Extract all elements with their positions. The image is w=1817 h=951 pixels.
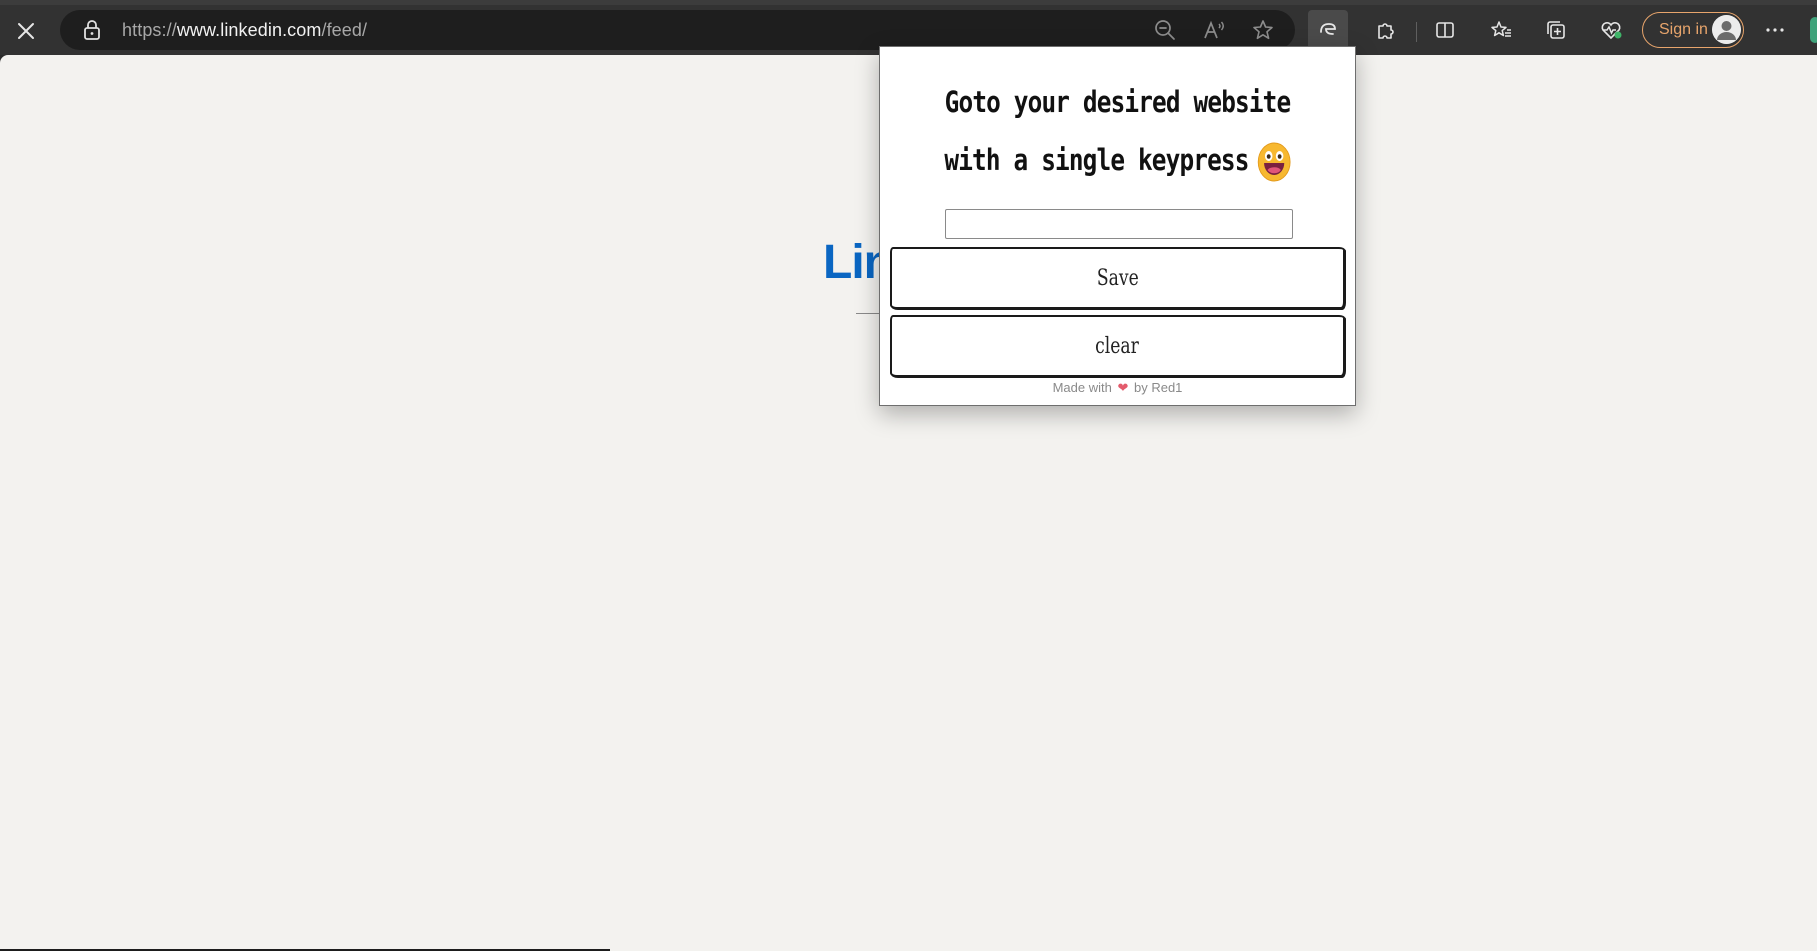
url-host: www.linkedin.com — [176, 20, 322, 40]
more-menu-icon[interactable] — [1755, 10, 1795, 50]
sign-in-label: Sign in — [1659, 21, 1708, 38]
extensions-puzzle-icon[interactable] — [1366, 10, 1406, 50]
toolbar-divider — [1416, 22, 1417, 42]
close-icon[interactable] — [10, 15, 42, 47]
browser-essentials-icon[interactable] — [1591, 10, 1631, 50]
clear-button[interactable]: clear — [890, 315, 1345, 377]
clear-button-label: clear — [1095, 333, 1140, 359]
website-url-input[interactable] — [945, 209, 1293, 239]
lock-icon[interactable] — [82, 19, 102, 46]
url-path: /feed/ — [321, 20, 368, 40]
read-aloud-icon[interactable] — [1202, 18, 1226, 42]
grinning-face-emoji-icon — [1257, 142, 1291, 182]
popup-footer: Made with ❤ by Red1 — [880, 380, 1355, 396]
avatar-icon — [1712, 15, 1741, 44]
collections-icon[interactable] — [1536, 10, 1576, 50]
heart-icon: ❤ — [1117, 380, 1129, 395]
split-screen-icon[interactable] — [1425, 10, 1465, 50]
url-prefix: https:// — [122, 20, 177, 40]
extension-active-icon[interactable] — [1308, 10, 1348, 50]
zoom-out-icon[interactable] — [1153, 18, 1177, 42]
footer-author: by Red1 — [1133, 380, 1183, 395]
extension-popup: Goto your desired website with a single … — [879, 46, 1356, 406]
url-text[interactable]: https://www.linkedin.com/feed/ — [122, 20, 367, 41]
edge-copilot-icon[interactable] — [1810, 17, 1817, 43]
favorites-icon[interactable] — [1481, 10, 1521, 50]
address-bar[interactable]: https://www.linkedin.com/feed/ — [60, 10, 1295, 50]
save-button-label: Save — [1096, 265, 1139, 291]
save-button[interactable]: Save — [890, 247, 1345, 309]
favorite-star-icon[interactable] — [1251, 18, 1275, 42]
popup-title-text: Goto your desired website with a single … — [944, 85, 1291, 177]
footer-made-with: Made with — [1052, 380, 1112, 395]
popup-title: Goto your desired website with a single … — [926, 73, 1308, 189]
sign-in-button[interactable]: Sign in — [1642, 12, 1744, 48]
